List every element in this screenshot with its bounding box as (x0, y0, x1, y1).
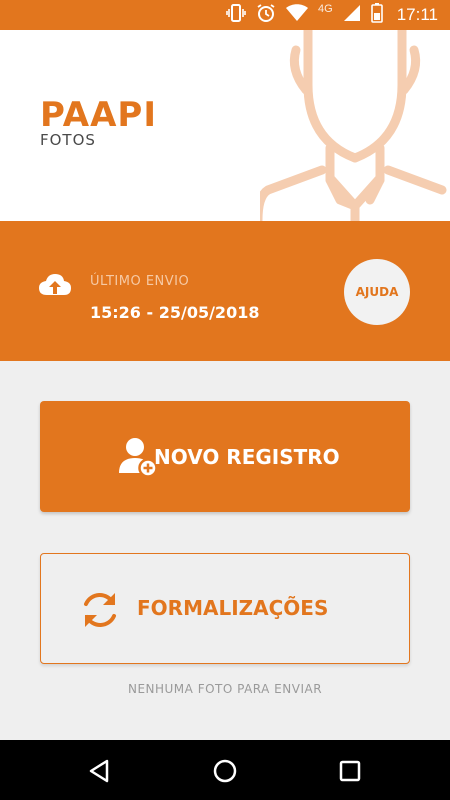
alarm-icon (256, 3, 276, 28)
help-button[interactable]: AJUDA (344, 259, 410, 325)
sync-icon (84, 593, 116, 627)
network-type: 4G (318, 3, 333, 15)
status-bar: 4G 17:11 (0, 0, 450, 30)
back-icon[interactable] (87, 758, 113, 784)
queue-status-text: NENHUMA FOTO PARA ENVIAR (127, 682, 323, 696)
system-nav-bar (0, 740, 450, 800)
vibrate-icon (226, 3, 246, 27)
brand-logo: PAAPI FOTOS (40, 98, 157, 148)
last-upload-label: ÚLTIMO ENVIO (90, 274, 190, 289)
home-icon[interactable] (212, 758, 238, 784)
brand-title: PAAPI (40, 95, 157, 135)
person-illustration (260, 30, 447, 221)
formalizations-button[interactable]: FORMALIZAÇÕES (40, 553, 410, 664)
add-user-icon (119, 438, 158, 478)
new-record-button[interactable]: NOVO REGISTRO (40, 401, 410, 512)
battery-icon (370, 2, 383, 28)
app-header: PAAPI FOTOS (0, 30, 450, 221)
last-upload-panel: ÚLTIMO ENVIO 15:26 - 25/05/2018 AJUDA (0, 221, 450, 361)
wifi-icon (286, 3, 309, 27)
formalizations-label: FORMALIZAÇÕES (137, 596, 329, 620)
recents-icon[interactable] (337, 758, 363, 784)
last-upload-value: 15:26 - 25/05/2018 (90, 303, 260, 322)
cloud-upload-icon (39, 274, 71, 295)
signal-icon (343, 4, 361, 27)
new-record-label: NOVO REGISTRO (154, 444, 340, 469)
clock: 17:11 (396, 5, 438, 24)
